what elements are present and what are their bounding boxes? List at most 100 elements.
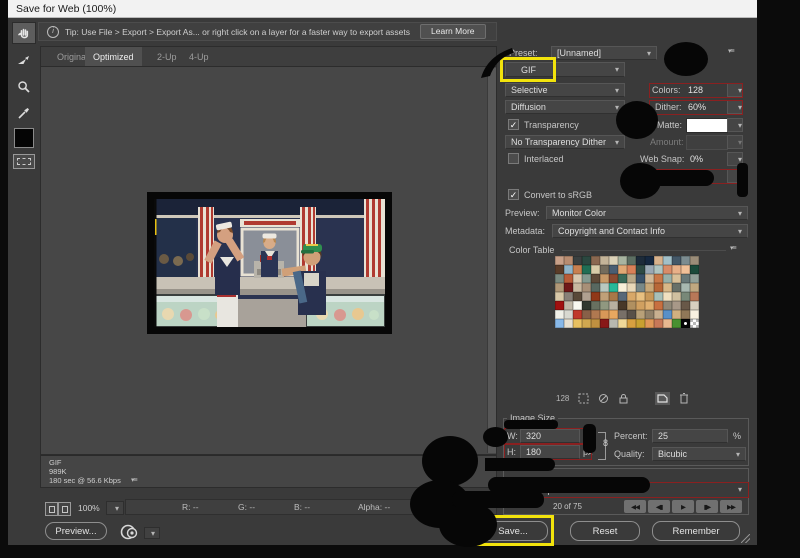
color-swatch[interactable] bbox=[600, 265, 609, 274]
color-swatch[interactable] bbox=[573, 274, 582, 283]
color-swatch[interactable] bbox=[591, 301, 600, 310]
color-swatch[interactable] bbox=[654, 310, 663, 319]
color-swatch[interactable] bbox=[636, 283, 645, 292]
color-swatch[interactable] bbox=[573, 265, 582, 274]
color-swatch[interactable] bbox=[672, 274, 681, 283]
color-swatch[interactable] bbox=[654, 256, 663, 265]
color-swatch[interactable] bbox=[609, 274, 618, 283]
color-swatch[interactable] bbox=[582, 274, 591, 283]
color-swatch[interactable] bbox=[582, 292, 591, 301]
color-swatch[interactable] bbox=[636, 274, 645, 283]
zoom-tool-button[interactable] bbox=[12, 76, 36, 98]
percent-field[interactable]: 25 bbox=[652, 429, 728, 443]
color-swatch[interactable] bbox=[636, 256, 645, 265]
chain-link-icon[interactable]: 8 bbox=[603, 438, 608, 448]
color-swatch[interactable] bbox=[582, 283, 591, 292]
toggle-slices-visibility-button[interactable] bbox=[13, 154, 35, 169]
quality-dropdown[interactable]: Bicubic ▾ bbox=[652, 447, 746, 461]
color-swatch[interactable] bbox=[690, 256, 699, 265]
color-swatch[interactable] bbox=[645, 319, 654, 328]
color-swatch[interactable] bbox=[564, 265, 573, 274]
color-swatch[interactable] bbox=[618, 301, 627, 310]
color-swatch[interactable] bbox=[663, 292, 672, 301]
lossy-value[interactable]: 20 bbox=[690, 171, 700, 181]
first-frame-button[interactable]: ◀◀ bbox=[624, 500, 646, 513]
color-swatch[interactable] bbox=[600, 256, 609, 265]
eyedropper-color-swatch[interactable] bbox=[14, 128, 34, 148]
lossy-stepper[interactable]: ▾ bbox=[727, 169, 743, 183]
preview-dropdown[interactable]: Monitor Color ▾ bbox=[546, 206, 748, 220]
color-swatch[interactable] bbox=[654, 301, 663, 310]
previous-frame-button[interactable]: ◀▮ bbox=[648, 500, 670, 513]
resize-grip[interactable] bbox=[741, 534, 750, 543]
color-swatch[interactable] bbox=[555, 319, 564, 328]
color-swatch[interactable] bbox=[600, 310, 609, 319]
new-color-icon[interactable] bbox=[655, 391, 671, 405]
interlaced-checkbox[interactable] bbox=[508, 153, 519, 164]
matte-color-swatch[interactable] bbox=[686, 118, 728, 133]
color-swatch[interactable] bbox=[636, 292, 645, 301]
color-swatch[interactable] bbox=[573, 301, 582, 310]
browser-select-dropdown[interactable]: ▾ bbox=[144, 527, 160, 539]
color-swatch[interactable] bbox=[564, 256, 573, 265]
convert-srgb-checkbox[interactable]: ✓ bbox=[508, 189, 519, 200]
color-swatch[interactable] bbox=[672, 265, 681, 274]
color-swatch[interactable] bbox=[690, 292, 699, 301]
color-swatch[interactable] bbox=[555, 283, 564, 292]
snap-palette-icon[interactable] bbox=[578, 393, 589, 404]
color-swatch[interactable] bbox=[609, 265, 618, 274]
color-swatch[interactable] bbox=[591, 319, 600, 328]
last-frame-button[interactable]: ▶▶ bbox=[720, 500, 742, 513]
color-swatch[interactable] bbox=[681, 256, 690, 265]
color-swatch[interactable] bbox=[582, 301, 591, 310]
width-field[interactable]: 320 bbox=[520, 429, 580, 443]
color-swatch[interactable] bbox=[681, 283, 690, 292]
color-swatch[interactable] bbox=[681, 301, 690, 310]
color-swatch[interactable] bbox=[555, 310, 564, 319]
color-swatch[interactable] bbox=[690, 283, 699, 292]
color-swatch[interactable] bbox=[591, 283, 600, 292]
shift-web-icon[interactable] bbox=[598, 393, 609, 404]
color-swatch[interactable] bbox=[645, 310, 654, 319]
eyedropper-tool-button[interactable] bbox=[12, 102, 36, 124]
next-frame-button[interactable]: ▮▶ bbox=[696, 500, 718, 513]
color-swatch[interactable] bbox=[681, 292, 690, 301]
color-swatch[interactable] bbox=[609, 292, 618, 301]
color-swatch[interactable] bbox=[681, 310, 690, 319]
color-swatch[interactable] bbox=[582, 319, 591, 328]
color-swatch[interactable] bbox=[672, 301, 681, 310]
color-swatch[interactable] bbox=[564, 283, 573, 292]
color-swatch[interactable] bbox=[591, 292, 600, 301]
reset-button[interactable]: Reset bbox=[570, 521, 640, 541]
color-swatch[interactable] bbox=[564, 274, 573, 283]
color-swatch[interactable] bbox=[627, 310, 636, 319]
colors-value[interactable]: 128 bbox=[688, 85, 703, 95]
websnap-stepper[interactable]: ▾ bbox=[727, 152, 743, 166]
transparency-checkbox[interactable]: ✓ bbox=[508, 119, 519, 130]
color-swatch[interactable] bbox=[663, 310, 672, 319]
color-swatch[interactable] bbox=[618, 292, 627, 301]
color-swatch[interactable] bbox=[591, 256, 600, 265]
metadata-dropdown[interactable]: Copyright and Contact Info ▾ bbox=[552, 224, 748, 238]
color-swatch[interactable] bbox=[672, 292, 681, 301]
delete-color-icon[interactable] bbox=[679, 392, 689, 404]
color-swatch[interactable] bbox=[663, 319, 672, 328]
color-swatch[interactable] bbox=[672, 283, 681, 292]
color-swatch[interactable] bbox=[663, 265, 672, 274]
dither-method-dropdown[interactable]: Diffusion ▾ bbox=[505, 100, 625, 114]
looping-options-value[interactable]: Forever bbox=[588, 485, 619, 495]
color-swatch[interactable] bbox=[618, 265, 627, 274]
hand-tool-button[interactable] bbox=[12, 22, 36, 44]
color-swatch[interactable] bbox=[627, 292, 636, 301]
color-swatch[interactable] bbox=[555, 274, 564, 283]
color-swatch[interactable] bbox=[663, 256, 672, 265]
status-menu-icon[interactable]: ▾≡ bbox=[131, 476, 138, 484]
color-swatch[interactable] bbox=[690, 265, 699, 274]
color-swatch[interactable] bbox=[564, 301, 573, 310]
tab-optimized[interactable]: Optimized bbox=[85, 47, 142, 67]
slice-select-tool-button[interactable] bbox=[12, 50, 36, 72]
color-swatch[interactable] bbox=[609, 319, 618, 328]
preset-dropdown[interactable]: [Unnamed] ▾ bbox=[551, 46, 657, 60]
color-swatch[interactable] bbox=[627, 319, 636, 328]
color-swatch[interactable] bbox=[600, 292, 609, 301]
